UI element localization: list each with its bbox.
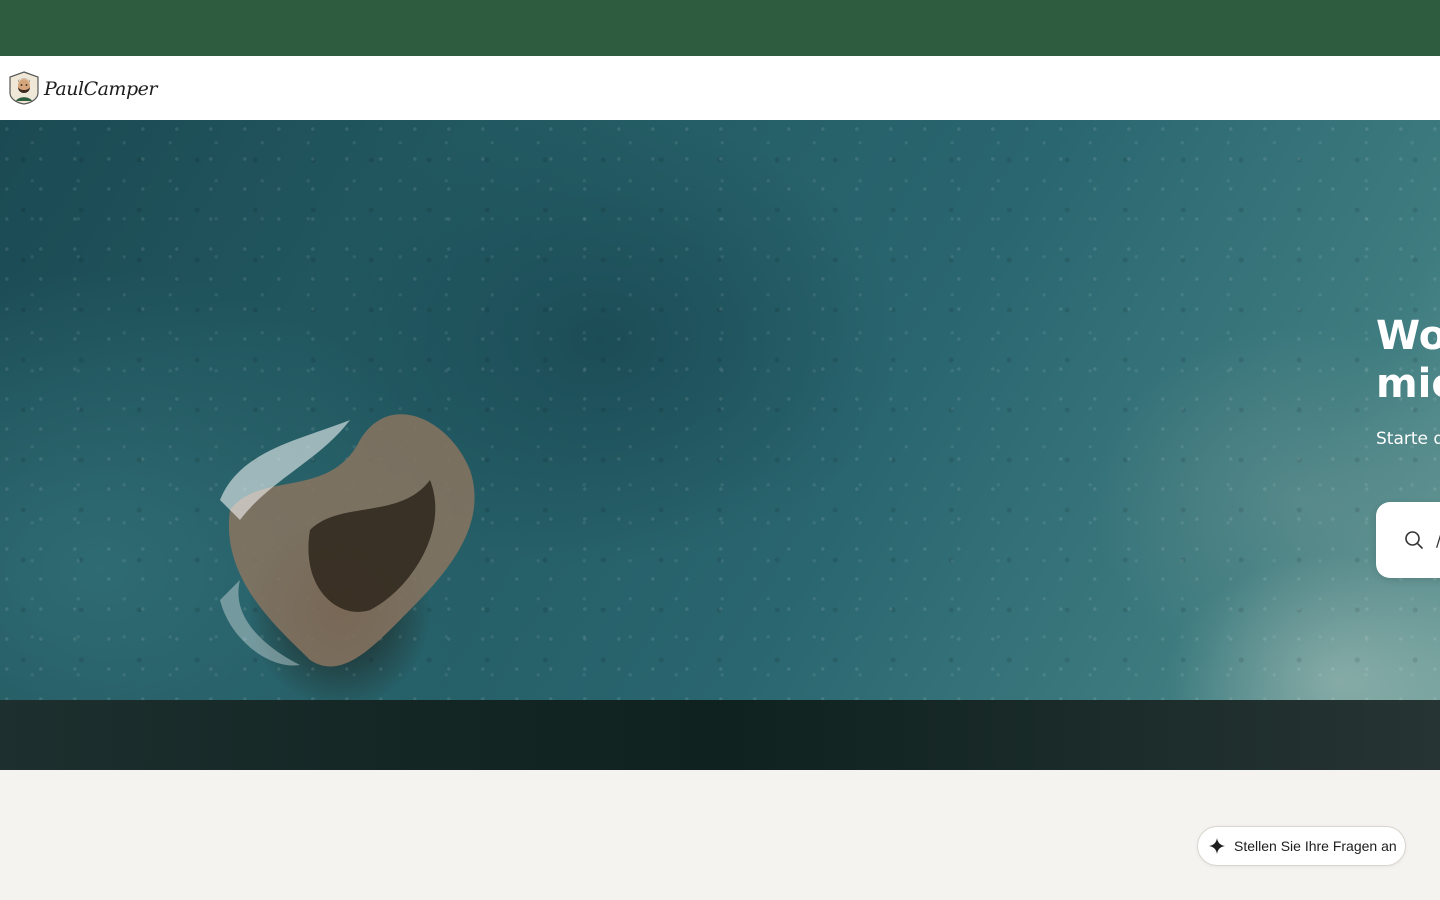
navbar: PaulCamper: [0, 56, 1440, 120]
search-input-text[interactable]: /: [1436, 531, 1440, 550]
logo-link[interactable]: PaulCamper: [8, 71, 157, 105]
hero-title: Wo mic: [1376, 312, 1440, 408]
search-box[interactable]: /: [1376, 502, 1440, 578]
hero-subtitle: Starte d: [1376, 429, 1440, 449]
dark-strip: [0, 700, 1440, 770]
ask-question-button[interactable]: Stellen Sie Ihre Fragen an: [1197, 826, 1406, 866]
hero-title-line-2: mic: [1376, 361, 1440, 407]
top-banner: [0, 0, 1440, 56]
bearded-man-badge-icon: [9, 71, 39, 105]
sparkle-icon: [1209, 838, 1225, 854]
logo-wordmark: PaulCamper: [44, 78, 157, 100]
search-icon: [1405, 531, 1423, 549]
hero-section: Wo mic Starte d /: [0, 120, 1440, 700]
hero-rock-island: [220, 414, 475, 667]
ask-question-label: Stellen Sie Ihre Fragen an: [1234, 838, 1397, 854]
hero-title-line-1: Wo: [1376, 313, 1440, 359]
